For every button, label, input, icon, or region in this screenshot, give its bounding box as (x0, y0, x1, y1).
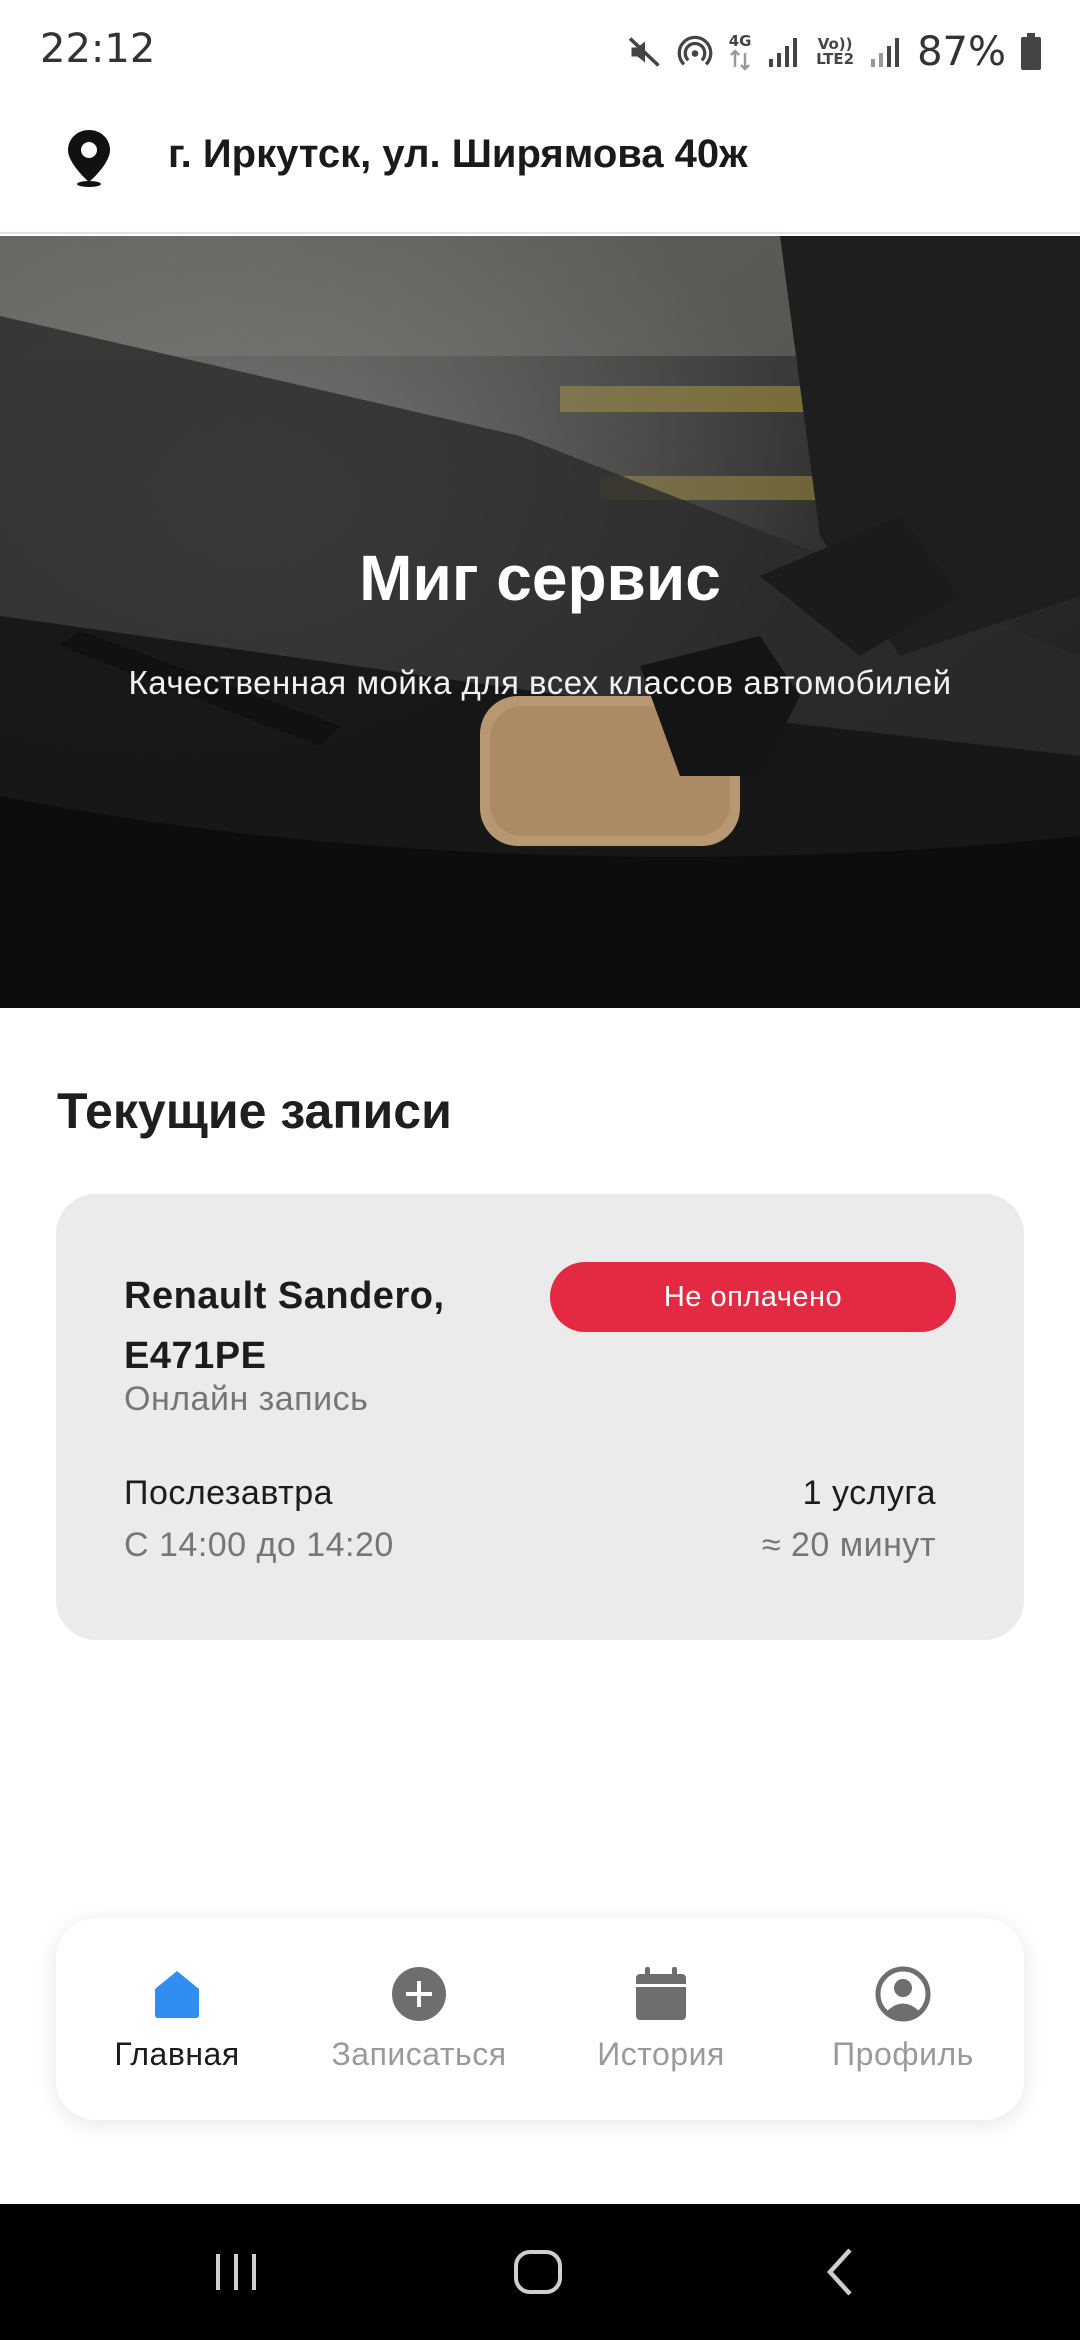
hotspot-icon (677, 35, 713, 66)
nav-label-history: История (597, 2036, 725, 2072)
system-navigation-bar (0, 2204, 1080, 2340)
mute-icon (628, 37, 660, 67)
booking-card[interactable]: Renault Sandero, E471PE Онлайн запись Не… (56, 1194, 1024, 1640)
battery-percent: 87% (917, 29, 1006, 75)
profile-icon (875, 1966, 931, 2022)
nav-item-history[interactable]: История (540, 1918, 782, 2120)
status-bar: 22:12 4G Vo)) LTE2 87% (0, 0, 1080, 104)
location-header[interactable]: г. Иркутск, ул. Ширямова 40ж (0, 104, 1080, 234)
back-icon[interactable] (812, 2242, 872, 2302)
hero-banner: Миг сервис Качественная мойка для всех к… (0, 236, 1080, 1008)
booking-duration: ≈ 20 минут (761, 1526, 936, 1564)
nav-label-home: Главная (114, 2036, 240, 2072)
booking-type: Онлайн запись (124, 1380, 369, 1418)
services-count: 1 услуга (802, 1474, 936, 1512)
car-name: Renault Sandero, E471PE (124, 1275, 445, 1377)
address-text: г. Иркутск, ул. Ширямова 40ж (168, 132, 748, 176)
signal-icon-2 (871, 38, 900, 67)
battery-icon (1021, 33, 1041, 70)
network-type: 4G (727, 33, 753, 71)
status-badge: Не оплачено (550, 1262, 956, 1332)
status-icons: 4G Vo)) LTE2 87% (627, 26, 1042, 78)
nav-label-book: Записаться (331, 2036, 507, 2072)
hero-background-image (0, 236, 1080, 1008)
status-time: 22:12 (40, 26, 156, 72)
recent-apps-icon[interactable] (206, 2242, 266, 2302)
map-pin-icon (68, 130, 110, 187)
nav-label-profile: Профиль (832, 2036, 974, 2072)
bottom-navigation: Главная Записаться История Профиль (56, 1918, 1024, 2120)
hero-title: Миг сервис (359, 542, 721, 614)
home-icon (155, 1971, 199, 2018)
nav-item-book[interactable]: Записаться (298, 1918, 540, 2120)
section-title: Текущие записи (57, 1083, 452, 1139)
hero-subtitle: Качественная мойка для всех классов авто… (128, 664, 952, 701)
booking-time-range: С 14:00 до 14:20 (124, 1526, 394, 1564)
nav-item-profile[interactable]: Профиль (782, 1918, 1024, 2120)
plus-circle-icon (392, 1967, 446, 2021)
home-circle-icon[interactable] (508, 2242, 568, 2302)
calendar-icon (636, 1967, 686, 2020)
nav-item-home[interactable]: Главная (56, 1918, 298, 2120)
volte-indicator: Vo)) LTE2 (816, 35, 855, 68)
data-arrows-icon (730, 48, 750, 71)
signal-icon (769, 38, 798, 67)
booking-day: Послезавтра (124, 1474, 334, 1512)
